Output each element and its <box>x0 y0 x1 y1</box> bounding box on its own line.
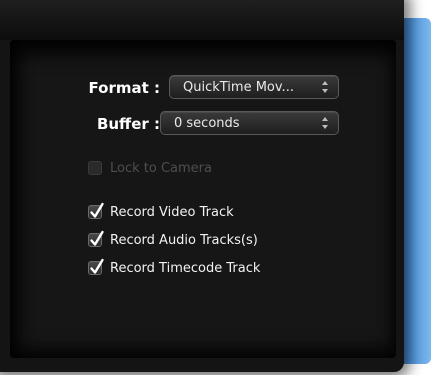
record-video-track-label: Record Video Track <box>110 204 234 220</box>
lock-to-camera-checkbox <box>88 161 102 175</box>
record-audio-tracks-option[interactable]: Record Audio Tracks(s) <box>88 230 258 249</box>
panel-top-bar <box>0 0 404 40</box>
buffer-popup-value: 0 seconds <box>174 116 240 131</box>
record-video-track-checkbox[interactable] <box>88 202 104 219</box>
up-down-chevron-icon <box>322 117 328 129</box>
recording-settings-panel: Format : QuickTime Mov... Buffer : 0 sec… <box>0 0 404 372</box>
format-popup-value: QuickTime Mov... <box>183 80 294 95</box>
lock-to-camera-option: Lock to Camera <box>88 159 212 177</box>
buffer-label: Buffer : <box>96 115 160 133</box>
lock-to-camera-label: Lock to Camera <box>110 160 212 176</box>
record-audio-tracks-label: Record Audio Tracks(s) <box>110 232 258 248</box>
buffer-popup[interactable]: 0 seconds <box>160 111 339 135</box>
record-timecode-track-option[interactable]: Record Timecode Track <box>88 258 261 277</box>
record-video-track-option[interactable]: Record Video Track <box>88 202 234 221</box>
format-label: Format : <box>88 79 160 97</box>
record-timecode-track-label: Record Timecode Track <box>110 260 261 276</box>
up-down-chevron-icon <box>322 81 328 93</box>
record-audio-tracks-checkbox[interactable] <box>88 230 104 247</box>
checkmark-icon <box>90 258 104 274</box>
format-popup[interactable]: QuickTime Mov... <box>169 75 339 99</box>
checkmark-icon <box>90 202 104 218</box>
screenshot-stage: Format : QuickTime Mov... Buffer : 0 sec… <box>0 0 431 375</box>
checkmark-icon <box>90 230 104 246</box>
record-timecode-track-checkbox[interactable] <box>88 258 104 275</box>
